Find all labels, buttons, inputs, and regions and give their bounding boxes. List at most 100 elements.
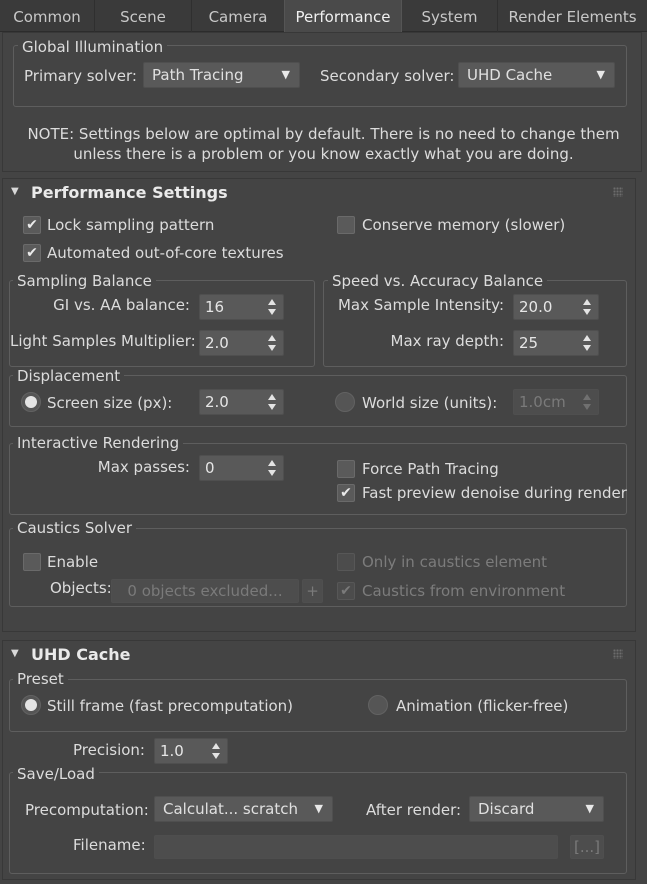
spinner-arrows-icon[interactable]: [268, 298, 277, 316]
world-size-value: 1.0cm: [519, 393, 566, 411]
caustics-env-checkbox: ✔: [337, 582, 355, 600]
tab-system[interactable]: System: [402, 0, 498, 32]
gi-aa-balance-value: 16: [205, 298, 225, 316]
spinner-arrows-icon[interactable]: [268, 393, 277, 411]
tab-common[interactable]: Common: [0, 0, 95, 32]
out-of-core-label: Automated out-of-core textures: [47, 244, 284, 262]
filename-field: [154, 835, 558, 859]
max-sample-intensity-value: 20.0: [519, 298, 553, 316]
precision-value: 1.0: [160, 742, 184, 760]
panel-grip-icon[interactable]: [613, 649, 623, 659]
screen-size-radio[interactable]: [21, 392, 41, 412]
world-size-label: World size (units):: [362, 394, 498, 412]
secondary-solver-value: UHD Cache: [467, 66, 553, 84]
tab-bar: Common Scene Camera Performance System R…: [0, 0, 647, 32]
max-sample-intensity-spinner[interactable]: 20.0: [513, 294, 599, 320]
displacement-title: Displacement: [13, 367, 125, 385]
light-samples-label: Light Samples Multiplier:: [10, 332, 196, 350]
secondary-solver-label: Secondary solver:: [320, 67, 455, 85]
panel-grip-icon[interactable]: [613, 187, 623, 197]
only-caustics-element-label: Only in caustics element: [362, 553, 548, 571]
objects-label: Objects:: [50, 579, 112, 597]
screen-size-label: Screen size (px):: [47, 394, 173, 412]
spinner-arrows-icon[interactable]: [268, 334, 277, 352]
out-of-core-checkbox[interactable]: ✔: [23, 244, 41, 262]
max-ray-depth-value: 25: [519, 334, 539, 352]
add-object-button: +: [302, 579, 323, 603]
interactive-rendering-title: Interactive Rendering: [13, 434, 184, 452]
caustics-solver-title: Caustics Solver: [13, 519, 137, 537]
tab-render-elements[interactable]: Render Elements: [498, 0, 647, 32]
filename-label: Filename:: [73, 836, 146, 854]
gi-aa-balance-label: GI vs. AA balance:: [53, 296, 190, 314]
screen-size-value: 2.0: [205, 393, 229, 411]
still-frame-label: Still frame (fast precomputation): [47, 697, 294, 715]
force-path-tracing-label: Force Path Tracing: [362, 460, 499, 478]
spinner-arrows-icon: [583, 393, 592, 411]
tab-camera[interactable]: Camera: [192, 0, 284, 32]
lock-sampling-checkbox[interactable]: ✔: [23, 216, 41, 234]
tab-performance[interactable]: Performance: [284, 0, 402, 32]
max-sample-intensity-label: Max Sample Intensity:: [337, 296, 504, 314]
precomputation-value: Calculat... scratch: [163, 800, 298, 818]
max-passes-label: Max passes:: [97, 458, 190, 476]
sampling-balance-title: Sampling Balance: [13, 272, 156, 290]
precision-label: Precision:: [73, 741, 145, 759]
force-path-tracing-checkbox[interactable]: [337, 460, 355, 478]
collapse-triangle-icon[interactable]: ▼: [11, 186, 19, 197]
global-illumination-title: Global Illumination: [18, 38, 168, 56]
objects-excluded-button: 0 objects excluded...: [111, 579, 299, 603]
world-size-radio[interactable]: [335, 392, 355, 412]
chevron-down-icon: ▼: [585, 802, 594, 815]
after-render-dropdown[interactable]: Discard ▼: [469, 796, 604, 822]
light-samples-value: 2.0: [205, 334, 229, 352]
precision-spinner[interactable]: 1.0: [154, 738, 228, 764]
max-ray-depth-label: Max ray depth:: [390, 332, 505, 350]
caustics-env-label: Caustics from environment: [362, 582, 566, 600]
animation-label: Animation (flicker-free): [396, 697, 569, 715]
spinner-arrows-icon[interactable]: [583, 334, 592, 352]
note-line-1: NOTE: Settings below are optimal by defa…: [27, 125, 620, 143]
spinner-arrows-icon[interactable]: [212, 742, 221, 760]
chevron-down-icon: ▼: [596, 68, 605, 81]
note-line-2: unless there is a problem or you know ex…: [73, 145, 574, 163]
max-ray-depth-spinner[interactable]: 25: [513, 330, 599, 356]
spinner-arrows-icon[interactable]: [583, 298, 592, 316]
fast-preview-label: Fast preview denoise during render: [362, 484, 627, 502]
max-passes-spinner[interactable]: 0: [199, 455, 284, 481]
primary-solver-dropdown[interactable]: Path Tracing ▼: [143, 62, 300, 88]
after-render-value: Discard: [478, 800, 535, 818]
primary-solver-value: Path Tracing: [152, 66, 244, 84]
caustics-enable-checkbox[interactable]: [23, 553, 41, 571]
max-passes-value: 0: [205, 459, 215, 477]
speed-accuracy-title: Speed vs. Accuracy Balance: [328, 272, 548, 290]
precomputation-label: Precomputation:: [25, 801, 149, 819]
conserve-memory-checkbox[interactable]: [337, 216, 355, 234]
screen-size-spinner[interactable]: 2.0: [199, 389, 284, 415]
interactive-rendering-group: [9, 443, 627, 515]
tab-scene[interactable]: Scene: [95, 0, 192, 32]
render-setup-window: Common Scene Camera Performance System R…: [0, 0, 647, 884]
secondary-solver-dropdown[interactable]: UHD Cache ▼: [458, 62, 615, 88]
still-frame-radio[interactable]: [21, 695, 41, 715]
browse-button: [...]: [570, 835, 604, 859]
save-load-title: Save/Load: [13, 765, 99, 783]
primary-solver-label: Primary solver:: [24, 67, 137, 85]
world-size-spinner: 1.0cm: [513, 389, 599, 415]
spinner-arrows-icon[interactable]: [268, 459, 277, 477]
uhd-cache-title[interactable]: UHD Cache: [31, 645, 131, 665]
performance-settings-title[interactable]: Performance Settings: [31, 183, 228, 203]
collapse-triangle-icon[interactable]: ▼: [11, 648, 19, 659]
precomputation-dropdown[interactable]: Calculat... scratch ▼: [154, 796, 333, 822]
gi-aa-balance-spinner[interactable]: 16: [199, 294, 284, 320]
preset-title: Preset: [13, 670, 68, 688]
conserve-memory-label: Conserve memory (slower): [362, 216, 566, 234]
chevron-down-icon: ▼: [281, 68, 290, 81]
after-render-label: After render:: [366, 801, 462, 819]
fast-preview-checkbox[interactable]: ✔: [337, 484, 355, 502]
caustics-enable-label: Enable: [47, 553, 99, 571]
only-caustics-element-checkbox: [337, 553, 355, 571]
lock-sampling-label: Lock sampling pattern: [47, 216, 215, 234]
animation-radio[interactable]: [368, 695, 388, 715]
light-samples-spinner[interactable]: 2.0: [199, 330, 284, 356]
